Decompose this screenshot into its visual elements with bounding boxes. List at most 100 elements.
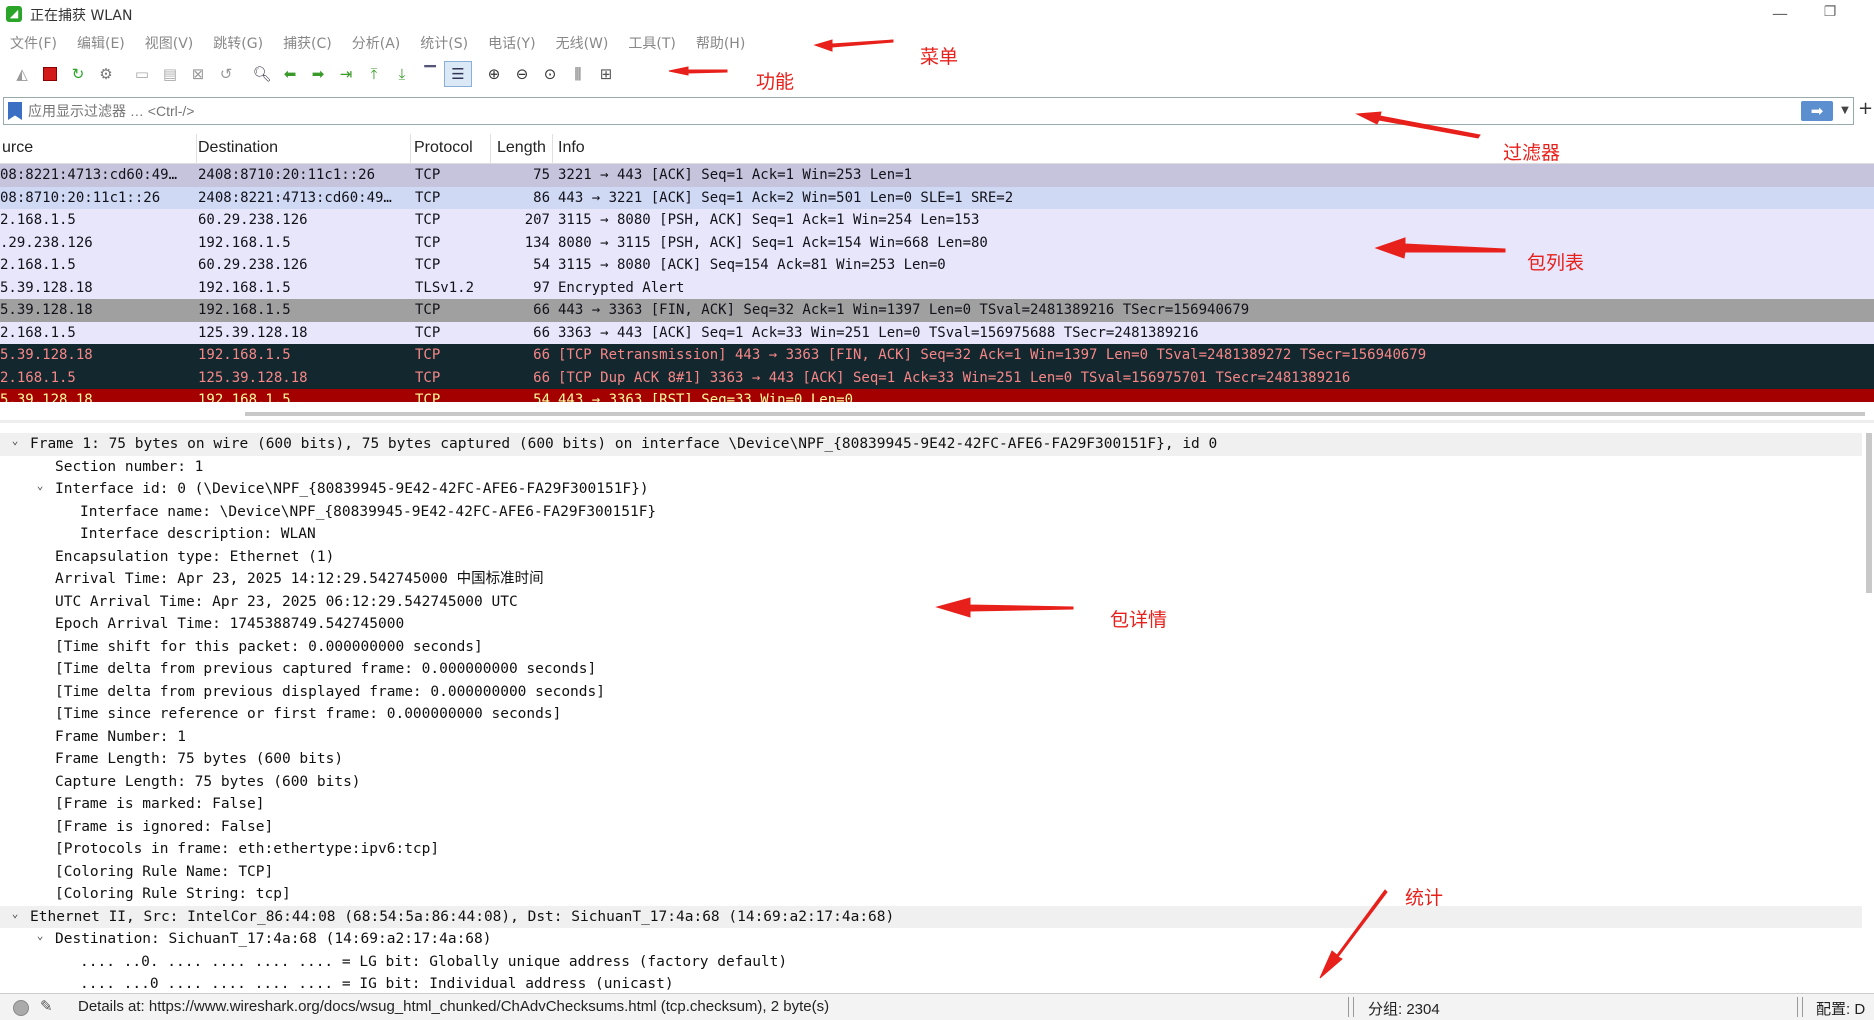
- zoom-in-icon[interactable]: ⊕: [480, 61, 508, 87]
- detail-row[interactable]: Arrival Time: Apr 23, 2025 14:12:29.5427…: [0, 568, 1862, 591]
- zoom-normal-icon[interactable]: ⊙: [536, 61, 564, 87]
- minimize-button[interactable]: —: [1770, 4, 1790, 24]
- detail-row[interactable]: [Frame is ignored: False]: [0, 816, 1862, 839]
- find-packet-icon[interactable]: 🔍︎: [248, 61, 276, 87]
- menu-item[interactable]: 跳转(G): [203, 30, 273, 56]
- detail-row[interactable]: ⌄ Ethernet II, Src: IntelCor_86:44:08 (68…: [0, 903, 1862, 928]
- detail-row[interactable]: .... ..0. .... .... .... .... = LG bit: …: [0, 951, 1862, 974]
- detail-row[interactable]: [Frame is marked: False]: [0, 793, 1862, 816]
- packet-row[interactable]: .29.238.126 192.168.1.5 TCP 134 8080 → 3115 …: [0, 231, 1874, 254]
- expand-chevron-icon[interactable]: ⌄: [8, 903, 22, 926]
- save-file-icon[interactable]: ▤: [156, 61, 184, 87]
- autoscroll-icon[interactable]: ▔: [416, 61, 444, 87]
- menu-item[interactable]: 电话(Y): [478, 30, 545, 56]
- detail-row[interactable]: [Coloring Rule String: tcp]: [0, 883, 1862, 906]
- column-header-protocol[interactable]: Protocol: [414, 139, 473, 157]
- go-first-icon[interactable]: ⤒: [360, 61, 388, 87]
- packet-row[interactable]: 2.168.1.5 60.29.238.126 TCP 207 3115 → 8080 …: [0, 209, 1874, 232]
- menu-item[interactable]: 无线(W): [546, 30, 619, 56]
- close-file-icon[interactable]: ⊠: [184, 61, 212, 87]
- detail-row[interactable]: [Time shift for this packet: 0.000000000…: [0, 636, 1862, 659]
- detail-row[interactable]: [Time delta from previous displayed fram…: [0, 681, 1862, 704]
- column-header-length[interactable]: Length: [497, 139, 546, 157]
- detail-row[interactable]: Capture Length: 75 bytes (600 bits): [0, 771, 1862, 794]
- open-file-icon[interactable]: ▭: [128, 61, 156, 87]
- menu-item[interactable]: 工具(T): [618, 30, 685, 56]
- go-back-icon[interactable]: ⬅: [276, 61, 304, 87]
- column-header-destination[interactable]: Destination: [198, 139, 278, 157]
- go-forward-icon[interactable]: ➡: [304, 61, 332, 87]
- packet-row[interactable]: 08:8710:20:11c1::26 2408:8221:4713:cd60:4…: [0, 186, 1874, 209]
- reload-file-icon[interactable]: ↺: [212, 61, 240, 87]
- packet-row[interactable]: 2.168.1.5 125.39.128.18 TCP 66 [TCP Dup ACK …: [0, 366, 1874, 389]
- menu-item[interactable]: 视图(V): [135, 30, 204, 56]
- column-header-source[interactable]: urce: [2, 139, 33, 157]
- stop-capture-icon[interactable]: [36, 61, 64, 87]
- detail-row[interactable]: Encapsulation type: Ethernet (1): [0, 546, 1862, 569]
- apply-filter-button[interactable]: ➡: [1801, 101, 1833, 121]
- detail-row[interactable]: Interface description: WLAN: [0, 523, 1862, 546]
- packet-row[interactable]: 5.39.128.18 192.168.1.5 TLSv1.2 97 Encrypted…: [0, 276, 1874, 299]
- detail-row[interactable]: Interface name: \Device\NPF_{80839945-9E…: [0, 501, 1862, 524]
- restart-capture-icon[interactable]: ↻: [64, 61, 92, 87]
- expert-info-icon[interactable]: [13, 1000, 29, 1016]
- status-profile[interactable]: 配置: D: [1816, 998, 1865, 1019]
- cell-length: 97: [533, 279, 550, 296]
- packet-row[interactable]: 5.39.128.18 192.168.1.5 TCP 66 [TCP Retransm…: [0, 344, 1874, 367]
- filter-history-dropdown[interactable]: ▼: [1838, 101, 1852, 121]
- display-filter-input[interactable]: [28, 100, 1788, 122]
- menu-item[interactable]: 捕获(C): [273, 30, 342, 56]
- bookmark-icon[interactable]: [8, 102, 22, 120]
- detail-row[interactable]: [Coloring Rule Name: TCP]: [0, 861, 1862, 884]
- resize-columns-icon[interactable]: ⫼: [564, 61, 592, 87]
- capture-options-icon[interactable]: ⚙: [92, 61, 120, 87]
- detail-row[interactable]: Section number: 1: [0, 456, 1862, 479]
- detail-row[interactable]: Frame Number: 1: [0, 726, 1862, 749]
- cell-destination: 125.39.128.18: [198, 324, 308, 341]
- packet-list-scrollbar[interactable]: [245, 412, 1865, 416]
- menu-item[interactable]: 分析(A): [342, 30, 411, 56]
- go-last-icon[interactable]: ⤓: [388, 61, 416, 87]
- detail-row[interactable]: ⌄ Interface id: 0 (\Device\NPF_{80839945-…: [0, 478, 1862, 501]
- menu-item[interactable]: 帮助(H): [686, 30, 755, 56]
- packet-row[interactable]: 5.39.128.18 192.168.1.5 TCP 66 443 → 3363 [F…: [0, 299, 1874, 322]
- detail-row[interactable]: ⌄ Frame 1: 75 bytes on wire (600 bits), 7…: [0, 433, 1862, 456]
- cell-protocol: TCP: [415, 302, 441, 318]
- detail-row[interactable]: UTC Arrival Time: Apr 23, 2025 06:12:29.…: [0, 591, 1862, 614]
- packet-list-header: urce Destination Protocol Length Info: [0, 134, 1874, 164]
- cell-length: 54: [533, 392, 550, 402]
- menu-item[interactable]: 文件(F): [0, 30, 67, 56]
- cell-length: 207: [524, 212, 550, 228]
- detail-row[interactable]: [Time since reference or first frame: 0.…: [0, 703, 1862, 726]
- layout-icon[interactable]: ⊞: [592, 61, 620, 87]
- cell-info: [TCP Retransmission] 443 → 3363 [FIN, AC…: [558, 347, 1427, 363]
- menu-item[interactable]: 统计(S): [410, 30, 478, 56]
- expand-chevron-icon[interactable]: ⌄: [33, 925, 47, 948]
- packet-row[interactable]: 2.168.1.5 60.29.238.126 TCP 54 3115 → 8080 […: [0, 254, 1874, 277]
- detail-row[interactable]: [Protocols in frame: eth:ethertype:ipv6:…: [0, 838, 1862, 861]
- menu-item[interactable]: 编辑(E): [67, 30, 135, 56]
- detail-row[interactable]: Frame Length: 75 bytes (600 bits): [0, 748, 1862, 771]
- detail-row[interactable]: [Time delta from previous captured frame…: [0, 658, 1862, 681]
- expand-chevron-icon[interactable]: ⌄: [33, 475, 47, 498]
- shark-fin-start-icon[interactable]: ◭: [8, 61, 36, 87]
- maximize-button[interactable]: ❐: [1820, 4, 1840, 24]
- detail-row[interactable]: Epoch Arrival Time: 1745388749.542745000: [0, 613, 1862, 636]
- window-title: 正在捕获 WLAN: [30, 8, 133, 24]
- go-to-packet-icon[interactable]: ⇥: [332, 61, 360, 87]
- packet-row[interactable]: 5.39.128.18 192.168.1.5 TCP 54 443 → 3363 [R…: [0, 389, 1874, 402]
- packet-row[interactable]: 08:8221:4713:cd60:49… 2408:8710:20:11c1::…: [0, 164, 1874, 187]
- packet-row[interactable]: 2.168.1.5 125.39.128.18 TCP 66 3363 → 443 [A…: [0, 321, 1874, 344]
- zoom-out-icon[interactable]: ⊖: [508, 61, 536, 87]
- pane-splitter[interactable]: [0, 420, 1874, 423]
- expand-chevron-icon[interactable]: ⌄: [8, 433, 22, 453]
- detail-text: Frame Length: 75 bytes (600 bits): [55, 751, 344, 767]
- detail-row[interactable]: ⌄ Destination: SichuanT_17:4a:68 (14:69:a…: [0, 928, 1862, 951]
- cell-destination: 192.168.1.5: [198, 234, 291, 251]
- detail-row[interactable]: .... ...0 .... .... .... .... = IG bit: …: [0, 973, 1862, 993]
- details-scrollbar[interactable]: [1866, 433, 1872, 593]
- colorize-icon[interactable]: ☰: [444, 61, 472, 87]
- add-filter-button[interactable]: +: [1858, 98, 1873, 119]
- capture-comment-icon[interactable]: ✎: [40, 997, 53, 1015]
- column-header-info[interactable]: Info: [558, 139, 585, 157]
